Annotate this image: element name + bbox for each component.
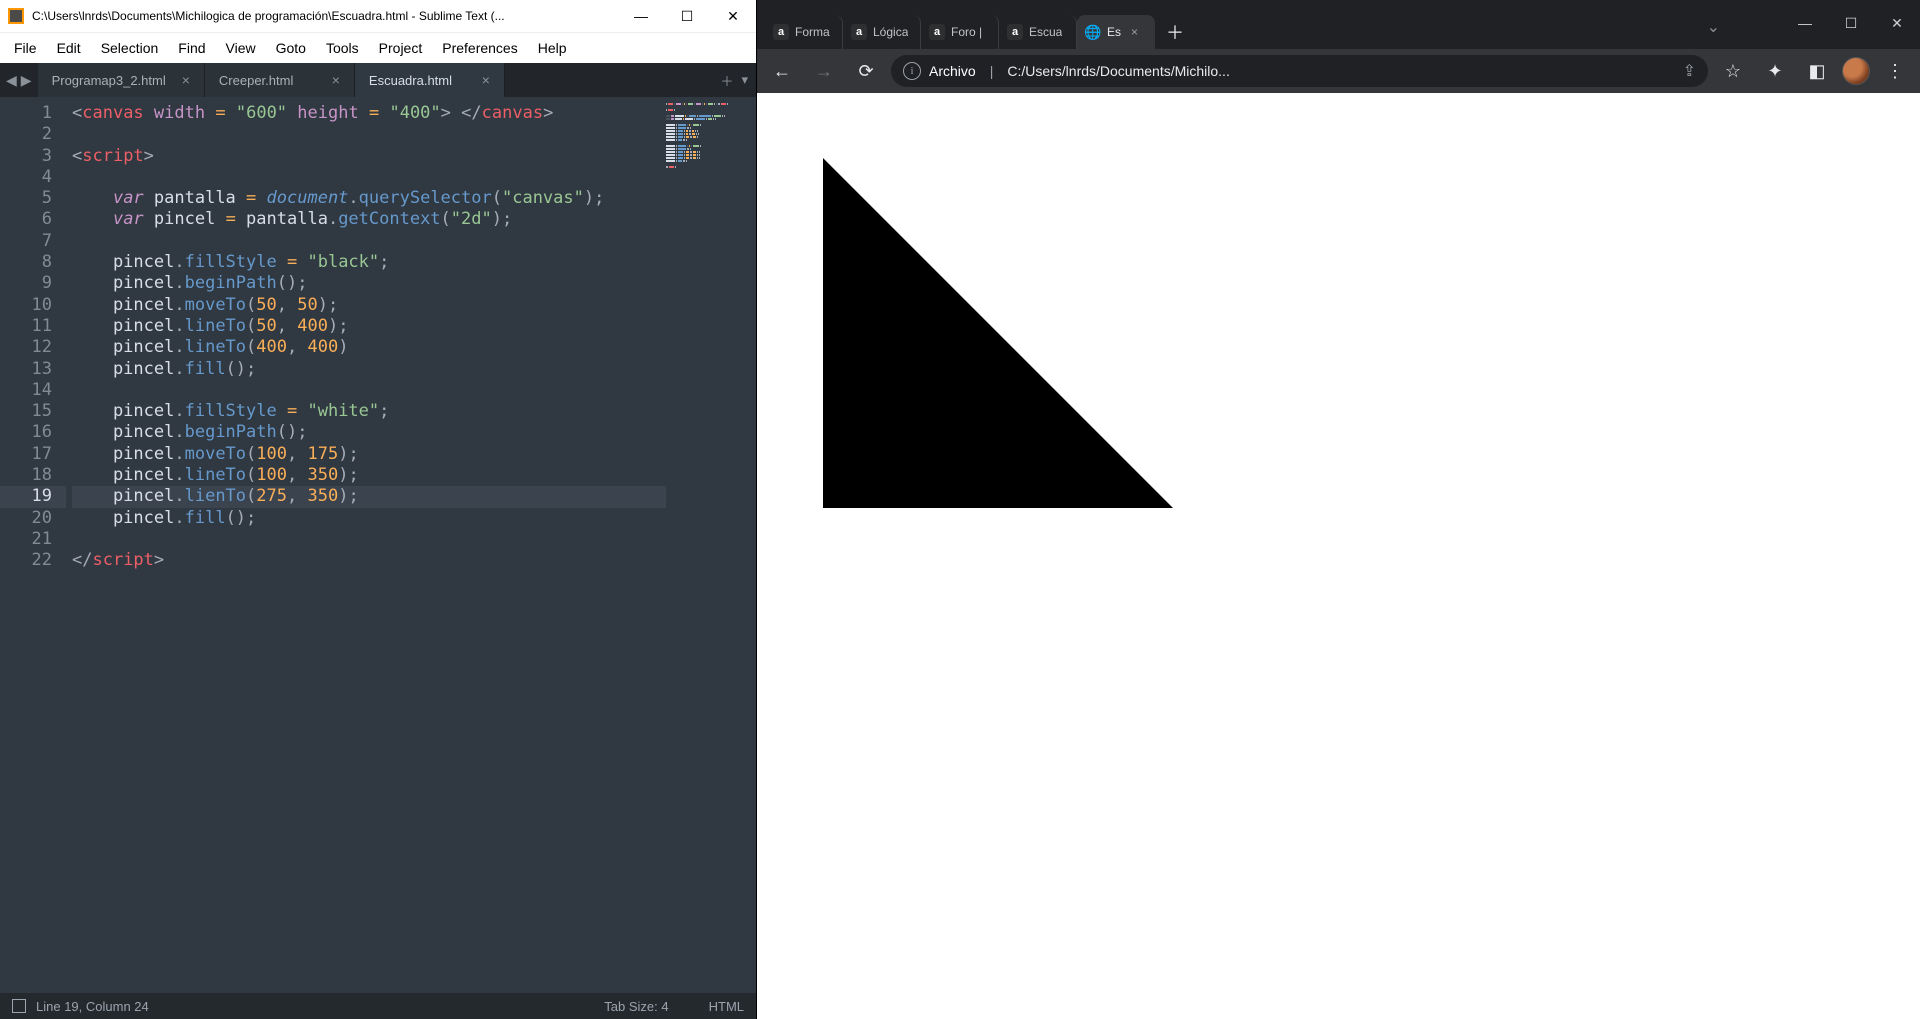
menu-selection[interactable]: Selection bbox=[93, 36, 167, 60]
editor-body: 12345678910111213141516171819202122 <can… bbox=[0, 97, 756, 993]
tab-close-icon[interactable]: × bbox=[166, 72, 190, 88]
sublime-menubar: FileEditSelectionFindViewGotoToolsProjec… bbox=[0, 32, 756, 63]
sublime-titlebar[interactable]: C:\Users\lnrds\Documents\Michilogica de … bbox=[0, 0, 756, 32]
favicon-icon: 🌐 bbox=[1085, 24, 1101, 40]
menu-preferences[interactable]: Preferences bbox=[434, 36, 525, 60]
chrome-toolbar: ← → ⟳ i Archivo | C:/Users/lnrds/Documen… bbox=[757, 49, 1920, 93]
tab-label: Foro | bbox=[951, 25, 982, 39]
line-gutter[interactable]: 12345678910111213141516171819202122 bbox=[0, 97, 66, 993]
editor-tab[interactable]: Escuadra.html × bbox=[355, 63, 505, 97]
menu-goto[interactable]: Goto bbox=[268, 36, 314, 60]
minimap[interactable] bbox=[666, 97, 756, 993]
maximize-button[interactable]: ☐ bbox=[664, 0, 710, 32]
editor-tab[interactable]: Creeper.html × bbox=[205, 63, 355, 97]
sublime-window: C:\Users\lnrds\Documents\Michilogica de … bbox=[0, 0, 757, 1019]
tab-menu-icon[interactable]: ▾ bbox=[741, 72, 748, 88]
menu-edit[interactable]: Edit bbox=[49, 36, 89, 60]
minimize-button[interactable]: — bbox=[1782, 0, 1828, 46]
omnibox-path: C:/Users/lnrds/Documents/Michilo... bbox=[1007, 63, 1230, 79]
browser-tab[interactable]: a Escua bbox=[999, 15, 1077, 49]
sublime-tabbar: ◀ ▶ Programap3_2.html×Creeper.html×Escua… bbox=[0, 63, 756, 97]
close-button[interactable]: ✕ bbox=[1874, 0, 1920, 46]
browser-tab[interactable]: 🌐 Es × bbox=[1077, 15, 1155, 49]
sublime-statusbar: Line 19, Column 24 Tab Size: 4 HTML bbox=[0, 993, 756, 1019]
status-tabsize[interactable]: Tab Size: 4 bbox=[604, 999, 668, 1014]
extensions-icon[interactable]: ✦ bbox=[1758, 54, 1792, 88]
tab-label: Forma bbox=[795, 25, 830, 39]
menu-view[interactable]: View bbox=[218, 36, 264, 60]
chrome-window: aFormaaLógicaaForo |aEscua🌐Es× ＋ ⌄ — ☐ ✕… bbox=[757, 0, 1920, 1019]
side-panel-icon[interactable]: ◧ bbox=[1800, 54, 1834, 88]
status-cursor[interactable]: Line 19, Column 24 bbox=[36, 999, 149, 1014]
menu-tools[interactable]: Tools bbox=[318, 36, 367, 60]
tab-close-icon[interactable]: × bbox=[1131, 25, 1138, 39]
minimize-button[interactable]: — bbox=[618, 0, 664, 32]
tab-label: Creeper.html bbox=[219, 73, 293, 88]
maximize-button[interactable]: ☐ bbox=[1828, 0, 1874, 46]
tab-label: Es bbox=[1107, 25, 1121, 39]
chrome-tabstrip: aFormaaLógicaaForo |aEscua🌐Es× ＋ ⌄ — ☐ ✕ bbox=[757, 9, 1920, 49]
bookmark-star-icon[interactable]: ☆ bbox=[1716, 54, 1750, 88]
editor-tab[interactable]: Programap3_2.html× bbox=[38, 63, 205, 97]
favicon-icon: a bbox=[851, 24, 867, 40]
favicon-icon: a bbox=[1007, 24, 1023, 40]
status-panel-icon[interactable] bbox=[12, 999, 26, 1013]
menu-project[interactable]: Project bbox=[371, 36, 431, 60]
page-viewport[interactable] bbox=[757, 93, 1920, 1019]
favicon-icon: a bbox=[773, 24, 789, 40]
tab-prev-icon[interactable]: ◀ bbox=[6, 72, 17, 89]
code-editor[interactable]: <canvas width = "600" height = "400"> </… bbox=[66, 97, 666, 993]
browser-tab[interactable]: a Forma bbox=[765, 15, 843, 49]
browser-tab[interactable]: a Lógica bbox=[843, 15, 921, 49]
omnibox[interactable]: i Archivo | C:/Users/lnrds/Documents/Mic… bbox=[891, 55, 1708, 87]
close-button[interactable]: ✕ bbox=[710, 0, 756, 32]
tab-nav-arrows[interactable]: ◀ ▶ bbox=[0, 63, 38, 97]
tab-close-icon[interactable]: × bbox=[316, 72, 340, 88]
chrome-titlebar-spacer bbox=[757, 0, 1920, 9]
omnibox-scheme: Archivo bbox=[929, 63, 976, 79]
sublime-title: C:\Users\lnrds\Documents\Michilogica de … bbox=[32, 9, 618, 23]
tab-next-icon[interactable]: ▶ bbox=[21, 72, 32, 89]
rendered-canvas bbox=[773, 108, 1373, 508]
omnibox-separator: | bbox=[984, 63, 1000, 79]
tab-search-icon[interactable]: ⌄ bbox=[1707, 17, 1720, 37]
back-button[interactable]: ← bbox=[765, 54, 799, 88]
forward-button[interactable]: → bbox=[807, 54, 841, 88]
browser-tab[interactable]: a Foro | bbox=[921, 15, 999, 49]
new-tab-button[interactable]: ＋ bbox=[720, 71, 733, 90]
menu-find[interactable]: Find bbox=[170, 36, 213, 60]
reload-button[interactable]: ⟳ bbox=[849, 54, 883, 88]
status-syntax[interactable]: HTML bbox=[709, 999, 744, 1014]
chrome-new-tab-button[interactable]: ＋ bbox=[1161, 18, 1189, 46]
favicon-icon: a bbox=[929, 24, 945, 40]
tab-label: Escuadra.html bbox=[369, 73, 452, 88]
tab-label: Escua bbox=[1029, 25, 1062, 39]
menu-file[interactable]: File bbox=[6, 36, 45, 60]
tab-close-icon[interactable]: × bbox=[466, 72, 490, 88]
chrome-menu-icon[interactable]: ⋮ bbox=[1878, 54, 1912, 88]
menu-help[interactable]: Help bbox=[530, 36, 575, 60]
tab-label: Lógica bbox=[873, 25, 908, 39]
profile-avatar[interactable] bbox=[1842, 57, 1870, 85]
tab-label: Programap3_2.html bbox=[52, 73, 166, 88]
share-icon[interactable]: ⇪ bbox=[1683, 61, 1696, 81]
site-info-icon[interactable]: i bbox=[903, 62, 921, 80]
sublime-logo-icon bbox=[8, 8, 24, 24]
